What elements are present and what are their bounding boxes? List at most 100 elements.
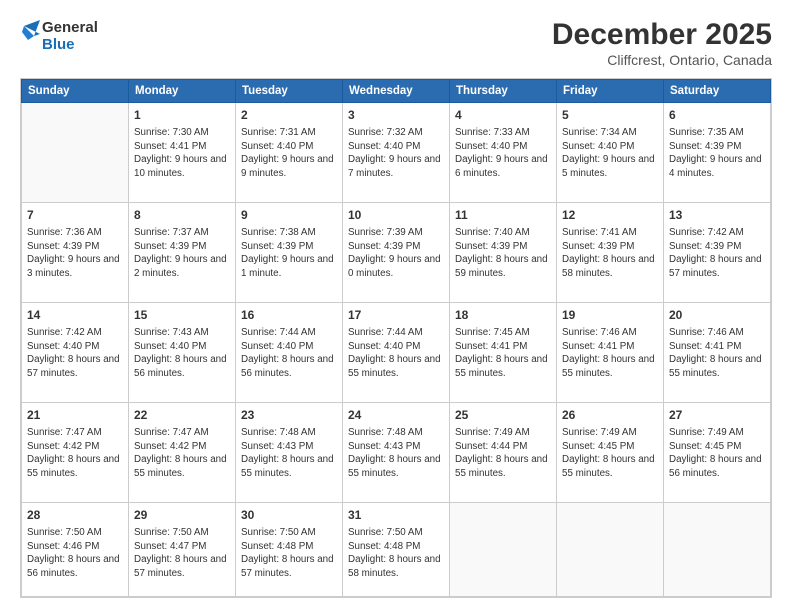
sunrise-label: Sunrise: 7:30 AM	[134, 127, 209, 138]
header-row: Sunday Monday Tuesday Wednesday Thursday…	[22, 80, 771, 103]
sunrise-label: Sunrise: 7:50 AM	[134, 527, 209, 538]
sunset-label: Sunset: 4:40 PM	[241, 341, 313, 352]
sunset-label: Sunset: 4:39 PM	[134, 241, 206, 252]
daylight-label: Daylight: 9 hours and 1 minute.	[241, 254, 334, 279]
day-number: 17	[348, 307, 444, 324]
sunset-label: Sunset: 4:39 PM	[348, 241, 420, 252]
sunrise-label: Sunrise: 7:49 AM	[455, 427, 530, 438]
day-number: 14	[27, 307, 123, 324]
sunset-label: Sunset: 4:39 PM	[27, 241, 99, 252]
daylight-label: Daylight: 9 hours and 3 minutes.	[27, 254, 120, 279]
sunset-label: Sunset: 4:43 PM	[241, 441, 313, 452]
sunset-label: Sunset: 4:45 PM	[562, 441, 634, 452]
table-row	[450, 503, 557, 597]
day-number: 28	[27, 507, 123, 524]
calendar-week-5: 28 Sunrise: 7:50 AM Sunset: 4:46 PM Dayl…	[22, 503, 771, 597]
daylight-label: Daylight: 8 hours and 57 minutes.	[27, 354, 120, 379]
table-row: 4 Sunrise: 7:33 AM Sunset: 4:40 PM Dayli…	[450, 103, 557, 203]
table-row: 19 Sunrise: 7:46 AM Sunset: 4:41 PM Dayl…	[557, 303, 664, 403]
day-number: 9	[241, 207, 337, 224]
sunset-label: Sunset: 4:42 PM	[134, 441, 206, 452]
sunrise-label: Sunrise: 7:41 AM	[562, 227, 637, 238]
daylight-label: Daylight: 8 hours and 55 minutes.	[455, 454, 548, 479]
daylight-label: Daylight: 8 hours and 55 minutes.	[455, 354, 548, 379]
day-number: 26	[562, 407, 658, 424]
sunrise-label: Sunrise: 7:43 AM	[134, 327, 209, 338]
daylight-label: Daylight: 8 hours and 55 minutes.	[241, 454, 334, 479]
sunrise-label: Sunrise: 7:49 AM	[562, 427, 637, 438]
sunset-label: Sunset: 4:45 PM	[669, 441, 741, 452]
sunset-label: Sunset: 4:47 PM	[134, 541, 206, 552]
sunset-label: Sunset: 4:39 PM	[669, 241, 741, 252]
daylight-label: Daylight: 8 hours and 55 minutes.	[562, 454, 655, 479]
table-row: 8 Sunrise: 7:37 AM Sunset: 4:39 PM Dayli…	[129, 203, 236, 303]
day-number: 25	[455, 407, 551, 424]
table-row: 27 Sunrise: 7:49 AM Sunset: 4:45 PM Dayl…	[664, 403, 771, 503]
table-row: 20 Sunrise: 7:46 AM Sunset: 4:41 PM Dayl…	[664, 303, 771, 403]
table-row: 7 Sunrise: 7:36 AM Sunset: 4:39 PM Dayli…	[22, 203, 129, 303]
table-row: 16 Sunrise: 7:44 AM Sunset: 4:40 PM Dayl…	[236, 303, 343, 403]
day-number: 31	[348, 507, 444, 524]
table-row: 13 Sunrise: 7:42 AM Sunset: 4:39 PM Dayl…	[664, 203, 771, 303]
daylight-label: Daylight: 9 hours and 9 minutes.	[241, 154, 334, 179]
daylight-label: Daylight: 9 hours and 6 minutes.	[455, 154, 548, 179]
sunset-label: Sunset: 4:41 PM	[134, 141, 206, 152]
daylight-label: Daylight: 8 hours and 59 minutes.	[455, 254, 548, 279]
sunrise-label: Sunrise: 7:48 AM	[348, 427, 423, 438]
calendar-week-3: 14 Sunrise: 7:42 AM Sunset: 4:40 PM Dayl…	[22, 303, 771, 403]
sunrise-label: Sunrise: 7:33 AM	[455, 127, 530, 138]
sunrise-label: Sunrise: 7:42 AM	[27, 327, 102, 338]
daylight-label: Daylight: 8 hours and 55 minutes.	[134, 454, 227, 479]
col-sunday: Sunday	[22, 80, 129, 103]
table-row: 10 Sunrise: 7:39 AM Sunset: 4:39 PM Dayl…	[343, 203, 450, 303]
day-number: 1	[134, 107, 230, 124]
daylight-label: Daylight: 8 hours and 55 minutes.	[348, 454, 441, 479]
table-row	[557, 503, 664, 597]
sunset-label: Sunset: 4:40 PM	[348, 341, 420, 352]
sunrise-label: Sunrise: 7:42 AM	[669, 227, 744, 238]
day-number: 5	[562, 107, 658, 124]
sunrise-label: Sunrise: 7:44 AM	[241, 327, 316, 338]
sunrise-label: Sunrise: 7:46 AM	[669, 327, 744, 338]
col-monday: Monday	[129, 80, 236, 103]
day-number: 11	[455, 207, 551, 224]
daylight-label: Daylight: 8 hours and 55 minutes.	[669, 354, 762, 379]
sunrise-label: Sunrise: 7:50 AM	[27, 527, 102, 538]
table-row: 31 Sunrise: 7:50 AM Sunset: 4:48 PM Dayl…	[343, 503, 450, 597]
sunrise-label: Sunrise: 7:38 AM	[241, 227, 316, 238]
table-row: 11 Sunrise: 7:40 AM Sunset: 4:39 PM Dayl…	[450, 203, 557, 303]
sunset-label: Sunset: 4:40 PM	[562, 141, 634, 152]
daylight-label: Daylight: 8 hours and 56 minutes.	[669, 454, 762, 479]
day-number: 30	[241, 507, 337, 524]
col-wednesday: Wednesday	[343, 80, 450, 103]
daylight-label: Daylight: 8 hours and 56 minutes.	[241, 354, 334, 379]
sunrise-label: Sunrise: 7:40 AM	[455, 227, 530, 238]
day-number: 15	[134, 307, 230, 324]
table-row	[664, 503, 771, 597]
table-row: 30 Sunrise: 7:50 AM Sunset: 4:48 PM Dayl…	[236, 503, 343, 597]
sunrise-label: Sunrise: 7:37 AM	[134, 227, 209, 238]
day-number: 23	[241, 407, 337, 424]
day-number: 4	[455, 107, 551, 124]
daylight-label: Daylight: 8 hours and 55 minutes.	[27, 454, 120, 479]
calendar-week-2: 7 Sunrise: 7:36 AM Sunset: 4:39 PM Dayli…	[22, 203, 771, 303]
daylight-label: Daylight: 8 hours and 55 minutes.	[562, 354, 655, 379]
day-number: 18	[455, 307, 551, 324]
sunrise-label: Sunrise: 7:49 AM	[669, 427, 744, 438]
sunrise-label: Sunrise: 7:50 AM	[241, 527, 316, 538]
header: General Blue December 2025 Cliffcrest, O…	[20, 18, 772, 68]
page: General Blue December 2025 Cliffcrest, O…	[0, 0, 792, 612]
sunset-label: Sunset: 4:41 PM	[669, 341, 741, 352]
table-row: 14 Sunrise: 7:42 AM Sunset: 4:40 PM Dayl…	[22, 303, 129, 403]
daylight-label: Daylight: 9 hours and 0 minutes.	[348, 254, 441, 279]
sunset-label: Sunset: 4:42 PM	[27, 441, 99, 452]
table-row: 21 Sunrise: 7:47 AM Sunset: 4:42 PM Dayl…	[22, 403, 129, 503]
daylight-label: Daylight: 9 hours and 2 minutes.	[134, 254, 227, 279]
table-row: 18 Sunrise: 7:45 AM Sunset: 4:41 PM Dayl…	[450, 303, 557, 403]
sunset-label: Sunset: 4:48 PM	[241, 541, 313, 552]
sunset-label: Sunset: 4:41 PM	[455, 341, 527, 352]
sunrise-label: Sunrise: 7:47 AM	[134, 427, 209, 438]
day-number: 12	[562, 207, 658, 224]
sunset-label: Sunset: 4:41 PM	[562, 341, 634, 352]
daylight-label: Daylight: 8 hours and 55 minutes.	[348, 354, 441, 379]
